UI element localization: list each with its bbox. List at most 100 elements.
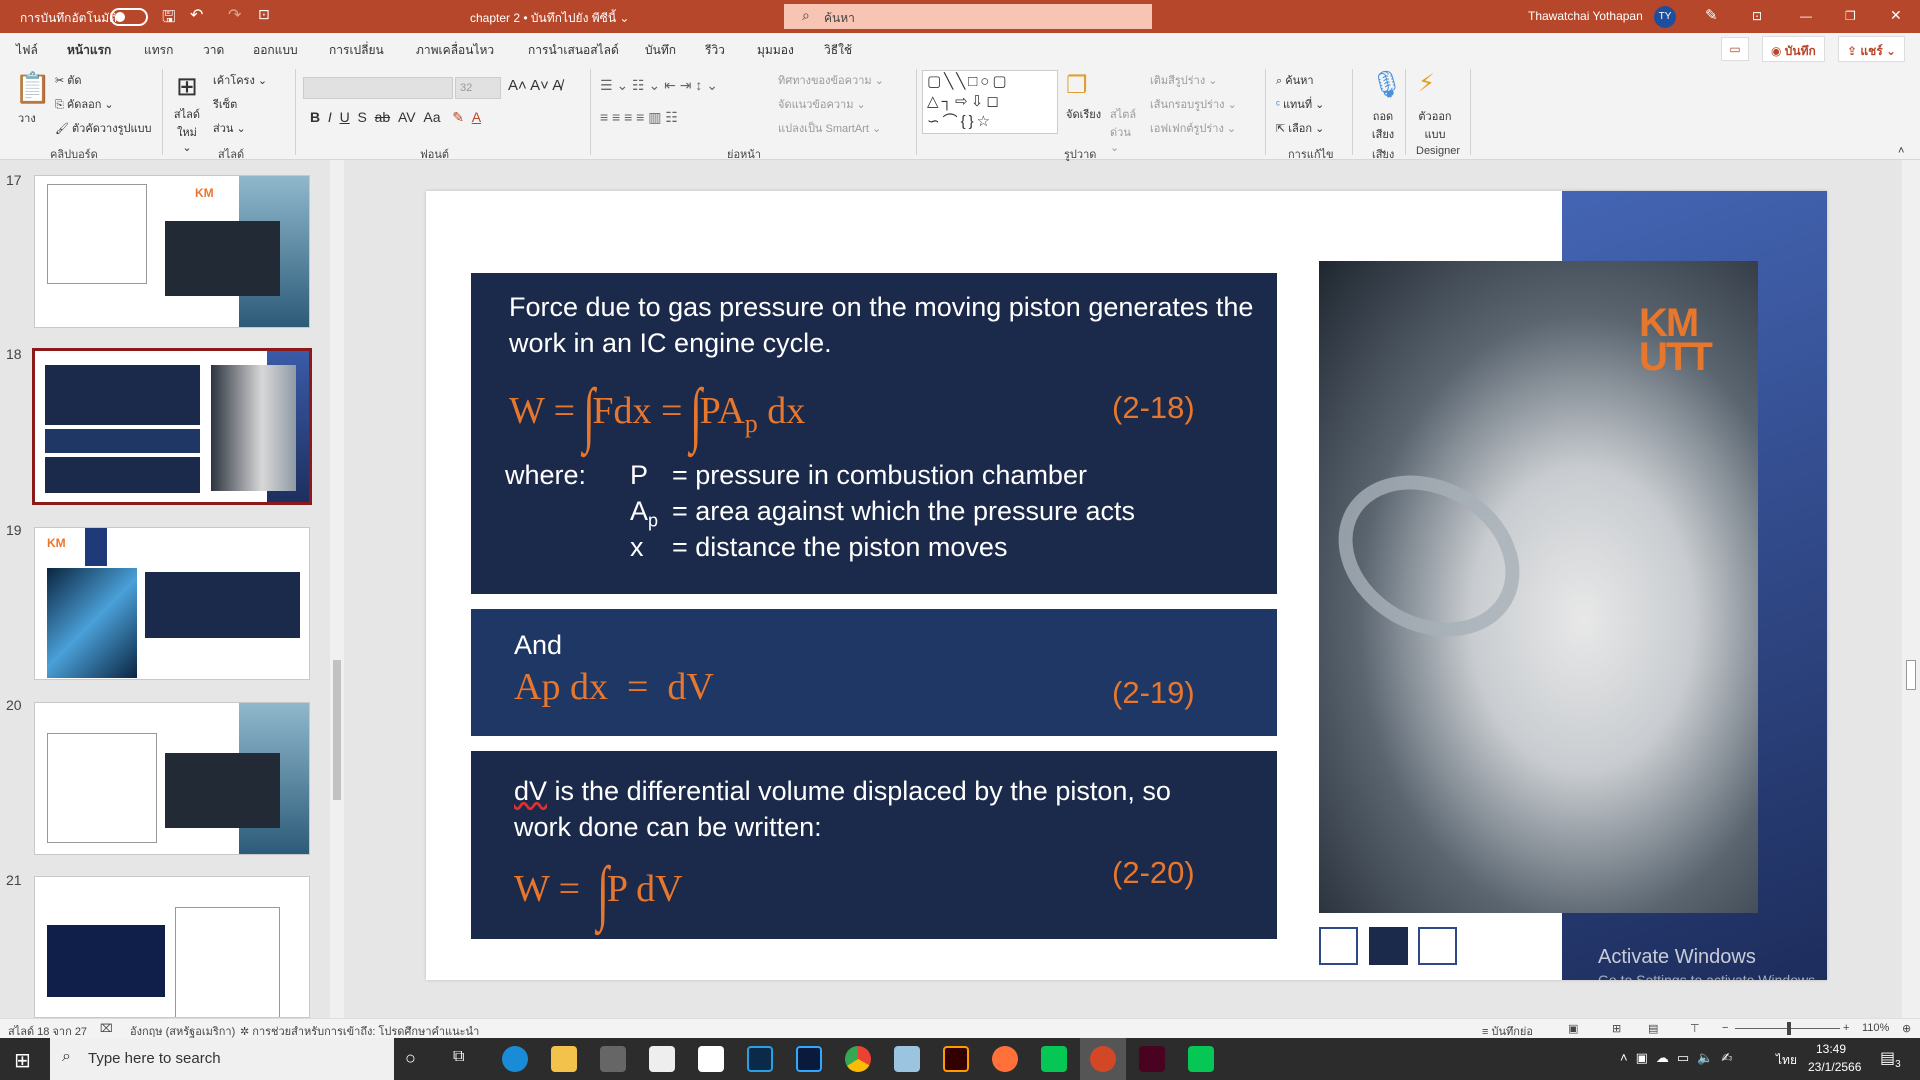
redo-icon[interactable]: ↷ — [228, 5, 241, 25]
font-size-controls[interactable]: A˄ A˅ A̸ — [508, 77, 562, 94]
edge-icon[interactable] — [502, 1046, 528, 1072]
calculator-icon[interactable] — [600, 1046, 626, 1072]
shapes-gallery[interactable]: ▢╲╲□○▢ △┐⇨⇩◻ ∽⌒{}☆ — [922, 70, 1058, 134]
slide-canvas[interactable]: KM UTT Force due to gas pressure on the m… — [426, 191, 1827, 980]
quick-styles-button[interactable]: สไตล์ ด่วน ⌄ — [1110, 105, 1140, 154]
normal-view-icon[interactable]: ▣ — [1568, 1022, 1578, 1035]
microphone-icon[interactable]: 🎙 — [1370, 69, 1403, 100]
smartart-button[interactable]: แปลงเป็น SmartArt ⌄ — [778, 119, 881, 137]
clock-date[interactable]: 23/1/2566 — [1808, 1060, 1861, 1074]
paste-icon[interactable]: 📋 — [14, 71, 51, 106]
comments-icon[interactable]: ▭ — [1721, 37, 1749, 61]
slideshow-icon[interactable]: ⊤ — [1690, 1022, 1700, 1035]
photoshop-icon[interactable] — [796, 1046, 822, 1072]
line-icon[interactable] — [1188, 1046, 1214, 1072]
avatar[interactable]: TY — [1654, 6, 1676, 28]
windows-start-icon[interactable]: ⊞ — [14, 1048, 31, 1073]
mail-icon[interactable] — [698, 1046, 724, 1072]
text-direction-button[interactable]: ทิศทางของข้อความ ⌄ — [778, 71, 884, 89]
app-icon[interactable] — [894, 1046, 920, 1072]
font-size-select[interactable]: 32 — [455, 77, 501, 99]
shape-effects-button[interactable]: เอฟเฟกต์รูปร่าง ⌄ — [1150, 119, 1236, 137]
designer-icon[interactable]: ⚡ — [1418, 69, 1435, 98]
tab-slideshow[interactable]: การนำเสนอสไลด์ — [528, 41, 619, 60]
store-icon[interactable] — [649, 1046, 675, 1072]
list-controls[interactable]: ☰ ⌄ ☷ ⌄ ⇤ ⇥ ↕ ⌄ — [600, 77, 718, 94]
tab-home[interactable]: หน้าแรก — [67, 41, 112, 67]
share-button[interactable]: ⇪ แชร์ ⌄ — [1838, 36, 1906, 62]
collapse-ribbon-icon[interactable]: ˄ — [1898, 145, 1904, 157]
chrome-icon[interactable] — [845, 1046, 871, 1072]
editor-scrollbar[interactable] — [1902, 160, 1920, 1018]
notifications-icon[interactable]: ▤3 — [1880, 1048, 1901, 1070]
designer-button[interactable]: ตัวออก แบบ — [1418, 107, 1452, 143]
shape-fill-button[interactable]: เติมสีรูปร่าง ⌄ — [1150, 71, 1218, 89]
zoom-out-icon[interactable]: − — [1722, 1022, 1728, 1034]
format-painter-button[interactable]: 🖌 ตัวคัดวางรูปแบบ — [55, 119, 152, 137]
pen-icon[interactable]: ✎ — [1705, 6, 1718, 24]
slide-thumbnail-17[interactable]: KM — [34, 175, 310, 328]
restore-icon[interactable]: ❐ — [1845, 9, 1856, 23]
tab-draw[interactable]: วาด — [203, 41, 224, 60]
undo-icon[interactable]: ↶ — [190, 5, 203, 25]
cortana-icon[interactable]: ○ — [405, 1048, 416, 1069]
file-explorer-icon[interactable] — [551, 1046, 577, 1072]
tab-file[interactable]: ไฟล์ — [16, 41, 38, 60]
font-format-controls[interactable]: B I U S ab AV Aa ✎ A — [310, 109, 481, 126]
clock-time[interactable]: 13:49 — [1816, 1042, 1846, 1056]
tab-transitions[interactable]: การเปลี่ยน — [329, 41, 384, 60]
find-button[interactable]: ⌕ ค้นหา — [1276, 71, 1314, 89]
new-slide-button[interactable]: สไลด์ ใหม่ ⌄ — [172, 105, 202, 154]
layout-button[interactable]: เค้าโครง ⌄ — [213, 71, 267, 89]
fit-slide-icon[interactable]: ⊕ — [1902, 1022, 1911, 1035]
section-button[interactable]: ส่วน ⌄ — [213, 119, 246, 137]
paste-button[interactable]: วาง — [18, 109, 36, 127]
present-icon[interactable]: ⊡ — [258, 6, 270, 23]
slide-sorter-icon[interactable]: ⊞ — [1612, 1022, 1621, 1035]
new-slide-icon[interactable]: ⊞ — [176, 71, 198, 102]
zoom-slider[interactable] — [1735, 1022, 1840, 1035]
save-icon[interactable]: 🖫 — [162, 6, 176, 33]
user-name[interactable]: Thawatchai Yothapan — [1528, 9, 1643, 23]
close-icon[interactable]: ✕ — [1890, 7, 1902, 24]
align-controls[interactable]: ≡ ≡ ≡ ≡ ▥ ☷ — [600, 109, 678, 126]
slide-thumbnail-19[interactable]: KM — [34, 527, 310, 680]
tab-record[interactable]: บันทึก — [645, 41, 676, 60]
arrange-button[interactable]: จัดเรียง — [1066, 105, 1101, 123]
align-text-button[interactable]: จัดแนวข้อความ ⌄ — [778, 95, 866, 113]
tab-review[interactable]: รีวิว — [705, 41, 725, 60]
tab-view[interactable]: มุมมอง — [757, 41, 794, 60]
minimize-icon[interactable]: — — [1800, 9, 1812, 23]
slide-thumbnail-18-selected[interactable] — [32, 348, 312, 505]
system-tray-icons[interactable]: ˄▣☁▭🔈✍ — [1620, 1050, 1740, 1066]
font-name-select[interactable] — [303, 77, 453, 99]
firefox-icon[interactable] — [992, 1046, 1018, 1072]
reset-button[interactable]: รีเซ็ต — [213, 95, 237, 113]
spellcheck-icon[interactable]: ⌧ — [100, 1022, 113, 1035]
thumbnail-scrollbar[interactable] — [330, 160, 344, 1018]
arrange-icon[interactable]: ❐ — [1066, 71, 1088, 100]
indesign-icon[interactable] — [1139, 1046, 1165, 1072]
copy-button[interactable]: ⎘ คัดลอก ⌄ — [55, 95, 114, 113]
record-button[interactable]: ◉ บันทึก — [1762, 36, 1825, 62]
autosave-toggle[interactable] — [110, 8, 148, 26]
search-input[interactable]: ⌕ ค้นหา — [784, 4, 1152, 29]
tab-animations[interactable]: ภาพเคลื่อนไหว — [416, 41, 494, 60]
shape-outline-button[interactable]: เส้นกรอบรูปร่าง ⌄ — [1150, 95, 1237, 113]
ribbon-display-icon[interactable]: ⊡ — [1752, 9, 1762, 23]
tab-help[interactable]: วิธีใช้ — [824, 41, 852, 60]
task-view-icon[interactable]: ⧉ — [453, 1048, 464, 1066]
line-icon[interactable] — [1041, 1046, 1067, 1072]
cut-button[interactable]: ✂ ตัด — [55, 71, 82, 89]
reading-view-icon[interactable]: ▤ — [1648, 1022, 1658, 1035]
document-title[interactable]: chapter 2 • บันทึกไปยัง พีซีนี้ ⌄ — [470, 9, 629, 28]
zoom-level[interactable]: 110% — [1862, 1022, 1889, 1034]
illustrator-icon[interactable] — [943, 1046, 969, 1072]
vegas-icon[interactable] — [747, 1046, 773, 1072]
powerpoint-active-slot[interactable] — [1080, 1038, 1126, 1080]
replace-button[interactable]: ᶜ แทนที่ ⌄ — [1276, 95, 1324, 113]
input-language[interactable]: ไทย — [1776, 1051, 1797, 1070]
slide-thumbnail-21[interactable] — [34, 876, 310, 1018]
slide-thumbnail-20[interactable] — [34, 702, 310, 855]
zoom-in-icon[interactable]: + — [1843, 1022, 1849, 1034]
